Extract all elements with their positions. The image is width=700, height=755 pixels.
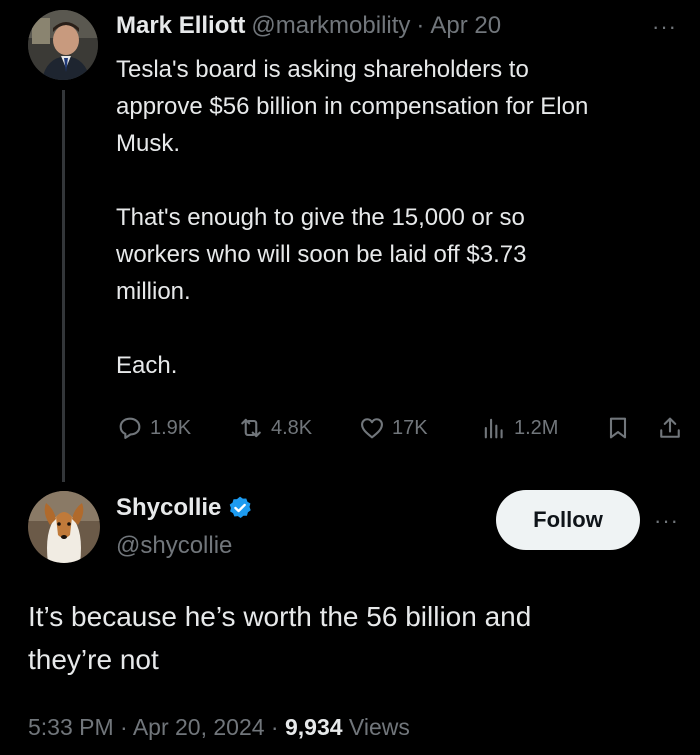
reply-views-label: Views [342, 714, 410, 740]
heart-icon [361, 418, 383, 439]
avatar-photo [28, 10, 98, 80]
reply-author-name[interactable]: Shycollie [116, 494, 221, 522]
reply-views-count: 9,934 [284, 714, 343, 740]
follow-button[interactable]: Follow [496, 490, 640, 550]
header-separator: · [416, 12, 425, 39]
avatar-photo [28, 491, 100, 563]
bookmark-button[interactable] [604, 414, 632, 442]
repost-count: 4.8K [271, 416, 313, 439]
text-line: That's enough to give the 15,000 or so [116, 204, 525, 231]
parent-more-icon[interactable]: ··· [652, 14, 677, 40]
thread-line [62, 90, 65, 482]
reply-author-handle[interactable]: @shycollie [116, 532, 232, 560]
text-line: Tesla's board is asking shareholders to [116, 56, 529, 83]
verified-badge-icon [230, 496, 252, 518]
reply-count: 1.9K [150, 416, 192, 439]
parent-tweet-text: Tesla's board is asking shareholders to … [116, 51, 696, 384]
reply-icon [119, 417, 141, 439]
share-icon [660, 417, 680, 438]
reply-meta: 5:33 PM · Apr 20, 2024 · 9,934 Views [28, 714, 410, 741]
repost-button[interactable]: 4.8K [237, 414, 312, 442]
text-line: they’re not [28, 644, 159, 675]
text-line: It’s because he’s worth the 56 billion a… [28, 601, 532, 632]
parent-author-name[interactable]: Mark Elliott [116, 12, 245, 40]
reply-more-icon[interactable]: ··· [654, 508, 679, 534]
reply-button[interactable]: 1.9K [116, 414, 191, 442]
reply-avatar[interactable] [28, 491, 100, 563]
reply-header: Shycollie [116, 494, 253, 522]
text-line: Each. [116, 352, 178, 379]
like-count: 17K [392, 416, 428, 439]
repost-icon [241, 418, 261, 438]
view-count: 1.2M [514, 416, 559, 439]
text-line: workers who will soon be laid off $3.73 [116, 241, 527, 268]
share-button[interactable] [656, 414, 684, 442]
parent-avatar[interactable] [28, 10, 98, 80]
text-line: approve $56 billion in compensation for … [116, 93, 589, 120]
like-button[interactable]: 17K [358, 414, 428, 442]
reply-timestamp[interactable]: 5:33 PM · Apr 20, 2024 · [28, 714, 285, 740]
views-button[interactable]: 1.2M [480, 414, 558, 442]
parent-date[interactable]: Apr 20 [430, 12, 501, 40]
parent-header: Mark Elliott @markmobility · Apr 20 [116, 12, 501, 40]
analytics-icon [484, 418, 503, 439]
text-line: Musk. [116, 130, 181, 157]
text-line: million. [116, 278, 191, 305]
bookmark-icon [609, 417, 627, 439]
parent-author-handle[interactable]: @markmobility [251, 12, 410, 40]
reply-tweet-text: It’s because he’s worth the 56 billion a… [28, 595, 688, 681]
